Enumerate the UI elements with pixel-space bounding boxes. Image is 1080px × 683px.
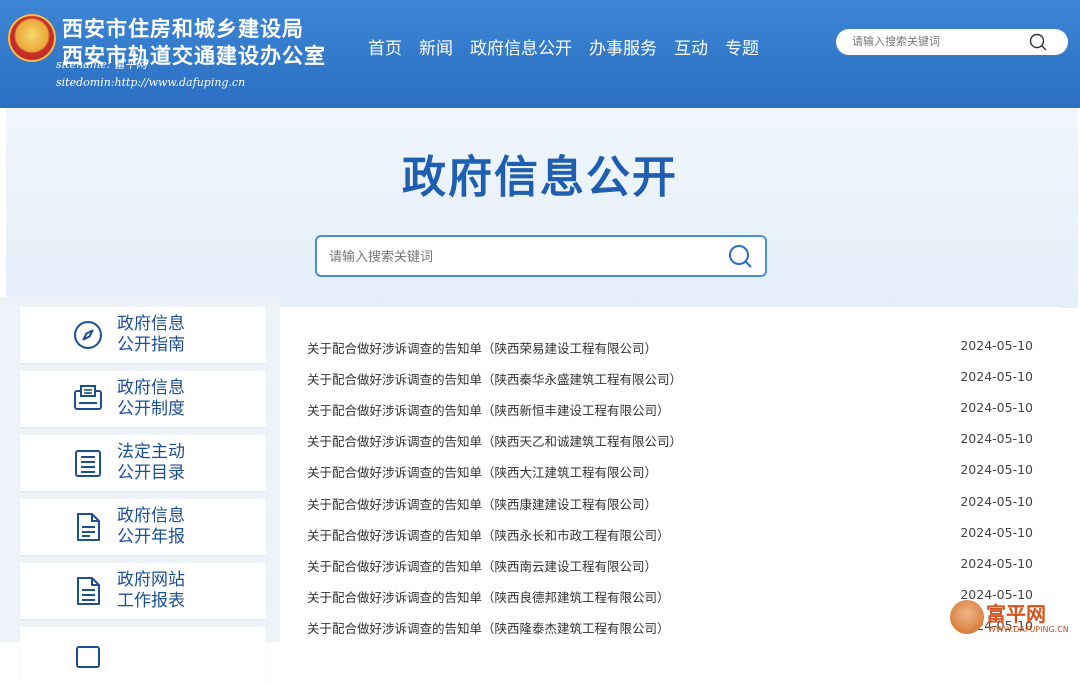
notice-list: 关于配合做好涉诉调查的告知单（陕西荣易建设工程有限公司） 2024-05-10 … <box>281 307 1061 642</box>
document-panel-icon <box>74 385 102 410</box>
search-icon[interactable] <box>727 243 753 269</box>
list-item[interactable]: 关于配合做好涉诉调查的告知单（陕西新恒丰建设工程有限公司） 2024-05-10 <box>281 393 1061 424</box>
document-icon <box>76 646 100 668</box>
list-item[interactable]: 关于配合做好涉诉调查的告知单（陕西大江建筑工程有限公司） 2024-05-10 <box>281 455 1061 486</box>
hero-search-box <box>315 235 767 277</box>
notice-date: 2024-05-10 <box>960 462 1033 477</box>
notice-date: 2024-05-10 <box>960 525 1033 540</box>
nav-home[interactable]: 首页 <box>368 34 402 59</box>
nav-gov-info[interactable]: 政府信息公开 <box>470 34 572 59</box>
list-item[interactable]: 关于配合做好涉诉调查的告知单（陕西康建建设工程有限公司） 2024-05-10 <box>281 487 1061 518</box>
list-item[interactable]: 关于配合做好涉诉调查的告知单（陕西永长和市政工程有限公司） 2024-05-10 <box>281 518 1061 549</box>
notice-date: 2024-05-10 <box>960 494 1033 509</box>
header-search-box <box>836 29 1068 55</box>
sidebar-item-statutory-catalog[interactable]: 法定主动 公开目录 <box>20 435 266 491</box>
nav-news[interactable]: 新闻 <box>419 34 453 59</box>
sidebar-item-label: 工作报表 <box>117 591 185 611</box>
sidebar-item-label: 政府信息 <box>117 378 185 398</box>
national-emblem-icon: ★ <box>8 14 56 62</box>
sidebar-item-label: 政府信息 <box>117 314 185 334</box>
header-search-input[interactable] <box>852 33 1022 51</box>
list-item[interactable]: 关于配合做好涉诉调查的告知单（陕西隆泰杰建筑工程有限公司） 2024-05-10 <box>281 611 1061 642</box>
site-header: ★ 西安市住房和城乡建设局 西安市轨道交通建设办公室 sitename: 富平网… <box>0 0 1080 108</box>
sidebar-item-website-report[interactable]: 政府网站 工作报表 <box>20 563 266 619</box>
watermark-brand: 富平网 <box>986 602 1046 626</box>
sidebar-item-label: 公开目录 <box>117 463 185 483</box>
notice-title-link[interactable]: 关于配合做好涉诉调查的告知单（陕西秦华永盛建筑工程有限公司） <box>307 369 682 388</box>
watermark-domain: WWW.DAFUPING.CN <box>988 625 1069 634</box>
list-item[interactable]: 关于配合做好涉诉调查的告知单（陕西南云建设工程有限公司） 2024-05-10 <box>281 549 1061 580</box>
watermark-logo-icon <box>950 600 984 634</box>
notice-title-link[interactable]: 关于配合做好涉诉调查的告知单（陕西南云建设工程有限公司） <box>307 556 657 575</box>
notice-title-link[interactable]: 关于配合做好涉诉调查的告知单（陕西良德邦建筑工程有限公司） <box>307 587 670 606</box>
main-nav: 首页 新闻 政府信息公开 办事服务 互动 专题 <box>368 34 776 59</box>
report-sheet-icon <box>77 577 100 605</box>
notice-date: 2024-05-10 <box>960 431 1033 446</box>
list-icon <box>75 450 101 477</box>
sidebar-item-label: 公开年报 <box>117 527 185 547</box>
notice-title-link[interactable]: 关于配合做好涉诉调查的告知单（陕西隆泰杰建筑工程有限公司） <box>307 618 670 637</box>
notice-title-link[interactable]: 关于配合做好涉诉调查的告知单（陕西永长和市政工程有限公司） <box>307 525 670 544</box>
nav-topics[interactable]: 专题 <box>725 34 759 59</box>
sidebar-item-label: 政府信息 <box>117 506 185 526</box>
sidebar-item-label: 政府网站 <box>117 570 185 590</box>
page-title: 政府信息公开 <box>402 152 678 203</box>
sidebar-item-more[interactable] <box>20 627 266 683</box>
sidebar-item-disclosure-guide[interactable]: 政府信息 公开指南 <box>20 307 266 363</box>
search-icon[interactable] <box>1028 32 1048 52</box>
sidebar-item-annual-report[interactable]: 政府信息 公开年报 <box>20 499 266 555</box>
notice-title-link[interactable]: 关于配合做好涉诉调查的告知单（陕西新恒丰建设工程有限公司） <box>307 400 670 419</box>
notice-title-link[interactable]: 关于配合做好涉诉调查的告知单（陕西荣易建设工程有限公司） <box>307 338 657 357</box>
sidebar-item-label: 公开指南 <box>117 335 185 355</box>
notice-date: 2024-05-10 <box>960 369 1033 384</box>
list-item[interactable]: 关于配合做好涉诉调查的告知单（陕西秦华永盛建筑工程有限公司） 2024-05-1… <box>281 362 1061 393</box>
notice-title-link[interactable]: 关于配合做好涉诉调查的告知单（陕西天乙和诚建筑工程有限公司） <box>307 431 682 450</box>
sitename-watermark: sitename: 富平网 <box>56 58 147 71</box>
compass-icon <box>74 321 102 349</box>
sidebar-item-label: 法定主动 <box>117 442 185 462</box>
hero-banner <box>6 108 1078 308</box>
list-item[interactable]: 关于配合做好涉诉调查的告知单（陕西荣易建设工程有限公司） 2024-05-10 <box>281 331 1061 362</box>
notice-date: 2024-05-10 <box>960 400 1033 415</box>
sidebar-item-disclosure-rules[interactable]: 政府信息 公开制度 <box>20 371 266 427</box>
notice-date: 2024-05-10 <box>960 556 1033 571</box>
report-icon <box>77 513 100 541</box>
notice-title-link[interactable]: 关于配合做好涉诉调查的告知单（陕西康建建设工程有限公司） <box>307 494 657 513</box>
sidebar-item-label: 公开制度 <box>117 399 185 419</box>
notice-title-link[interactable]: 关于配合做好涉诉调查的告知单（陕西大江建筑工程有限公司） <box>307 462 657 481</box>
notice-date: 2024-05-10 <box>960 338 1033 353</box>
hero-search-input[interactable] <box>329 246 709 266</box>
site-title-line1: 西安市住房和城乡建设局 <box>62 17 304 41</box>
nav-services[interactable]: 办事服务 <box>589 34 657 59</box>
list-item[interactable]: 关于配合做好涉诉调查的告知单（陕西良德邦建筑工程有限公司） 2024-05-10 <box>281 580 1061 611</box>
nav-interaction[interactable]: 互动 <box>674 34 708 59</box>
list-item[interactable]: 关于配合做好涉诉调查的告知单（陕西天乙和诚建筑工程有限公司） 2024-05-1… <box>281 424 1061 455</box>
star-icon: ★ <box>26 25 39 41</box>
sitedomain-watermark: sitedomin:http://www.dafuping.cn <box>56 76 246 89</box>
